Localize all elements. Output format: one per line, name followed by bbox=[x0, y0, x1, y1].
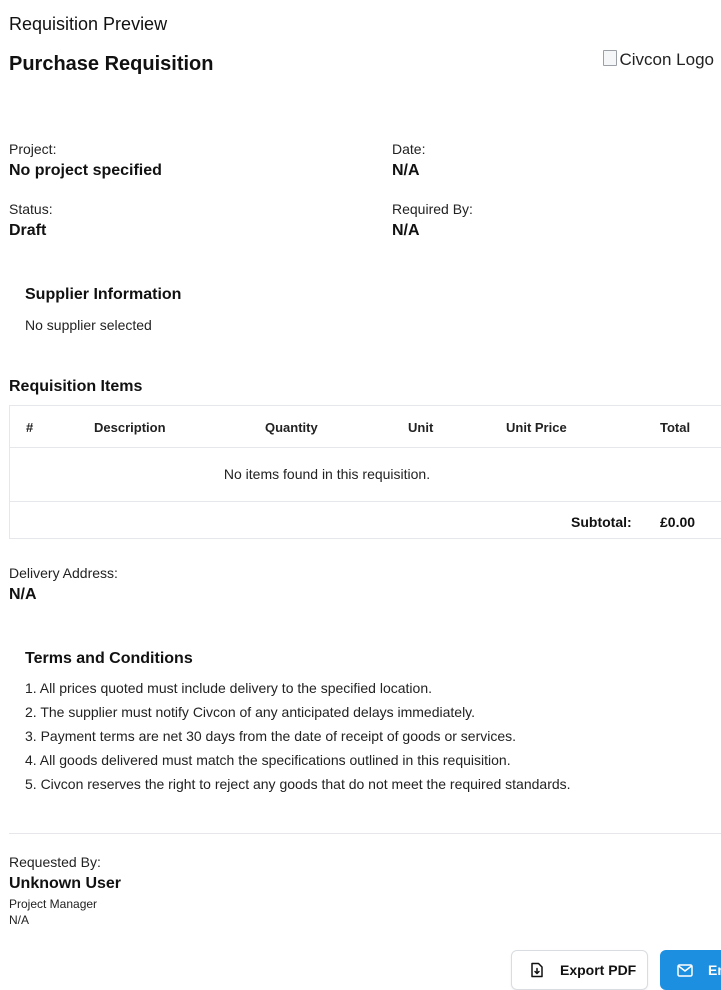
column-header-unit-price: Unit Price bbox=[506, 420, 567, 435]
empty-message: No items found in this requisition. bbox=[223, 466, 431, 482]
supplier-text: No supplier selected bbox=[25, 317, 152, 333]
export-pdf-label: Export PDF bbox=[560, 962, 637, 978]
items-section-title: Requisition Items bbox=[9, 378, 143, 395]
mail-icon bbox=[677, 963, 693, 977]
company-logo: Civcon Logo bbox=[603, 50, 714, 70]
file-download-icon bbox=[531, 962, 543, 978]
items-table: # Description Quantity Unit Unit Price T… bbox=[9, 405, 721, 539]
requester-extra: N/A bbox=[9, 913, 30, 927]
column-header-number: # bbox=[26, 420, 34, 435]
email-label: Em bbox=[708, 962, 721, 978]
logo-alt-text: Civcon Logo bbox=[619, 50, 714, 69]
table-empty-row: No items found in this requisition. bbox=[10, 448, 721, 502]
date-label: Date: bbox=[392, 141, 426, 157]
status-value: Draft bbox=[9, 222, 47, 239]
date-value: N/A bbox=[392, 162, 420, 179]
terms-item: 5. Civcon reserves the right to reject a… bbox=[25, 776, 571, 792]
export-pdf-button[interactable]: Export PDF bbox=[511, 950, 648, 990]
document-title: Purchase Requisition bbox=[9, 53, 214, 75]
required-by-value: N/A bbox=[392, 222, 420, 239]
terms-list: 1. All prices quoted must include delive… bbox=[25, 680, 571, 800]
column-header-unit: Unit bbox=[408, 420, 434, 435]
divider bbox=[9, 833, 721, 834]
terms-item: 4. All goods delivered must match the sp… bbox=[25, 752, 511, 768]
column-header-total: Total bbox=[660, 420, 691, 435]
supplier-section-title: Supplier Information bbox=[25, 286, 182, 303]
delivery-label: Delivery Address: bbox=[9, 565, 118, 581]
required-by-label: Required By: bbox=[392, 201, 473, 217]
preview-title: Requisition Preview bbox=[9, 14, 168, 34]
column-header-description: Description bbox=[94, 420, 166, 435]
terms-item: 2. The supplier must notify Civcon of an… bbox=[25, 704, 476, 720]
email-button[interactable]: Em bbox=[660, 950, 721, 990]
project-label: Project: bbox=[9, 141, 57, 157]
subtotal-value: £0.00 bbox=[660, 514, 696, 530]
terms-item: 3. Payment terms are net 30 days from th… bbox=[25, 728, 517, 744]
table-header: # Description Quantity Unit Unit Price T… bbox=[10, 406, 721, 448]
requester-name: Unknown User bbox=[9, 875, 122, 892]
requester-role: Project Manager bbox=[9, 897, 98, 911]
table-footer: Subtotal: £0.00 bbox=[10, 502, 721, 538]
broken-image-icon bbox=[603, 50, 618, 66]
project-value: No project specified bbox=[9, 162, 162, 179]
subtotal-label: Subtotal: bbox=[571, 514, 632, 530]
terms-item: 1. All prices quoted must include delive… bbox=[25, 680, 433, 696]
status-label: Status: bbox=[9, 201, 53, 217]
requested-by-label: Requested By: bbox=[9, 854, 101, 870]
delivery-value: N/A bbox=[9, 586, 37, 603]
column-header-quantity: Quantity bbox=[265, 420, 318, 435]
terms-section-title: Terms and Conditions bbox=[25, 650, 193, 667]
